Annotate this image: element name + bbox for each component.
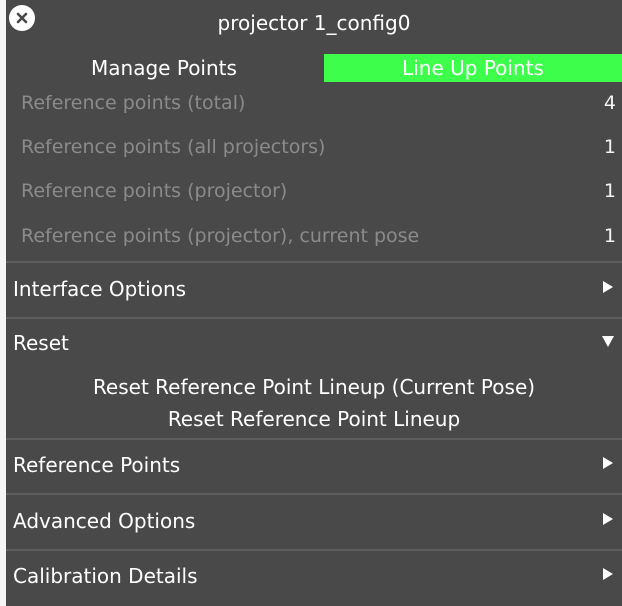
section-reset[interactable]: Reset xyxy=(6,317,622,369)
reset-lineup-current-pose-button[interactable]: Reset Reference Point Lineup (Current Po… xyxy=(6,371,622,403)
section-label: Reset xyxy=(13,331,69,355)
stat-value: 1 xyxy=(603,136,616,158)
triangle-right-icon xyxy=(603,281,613,293)
mode-tabs: Manage Points Line Up Points xyxy=(6,54,622,82)
tab-manage-points[interactable]: Manage Points xyxy=(6,54,322,82)
stat-value: 1 xyxy=(603,180,616,202)
section-reference-points[interactable]: Reference Points xyxy=(6,439,622,491)
section-interface-options[interactable]: Interface Options xyxy=(6,263,622,315)
stat-row-current-pose: Reference points (projector), current po… xyxy=(6,214,622,258)
stat-label: Reference points (projector) xyxy=(21,180,288,202)
triangle-right-icon xyxy=(603,513,613,525)
triangle-right-icon xyxy=(603,568,613,580)
stat-label: Reference points (all projectors) xyxy=(21,136,326,158)
window-title: projector 1_config0 xyxy=(217,11,411,35)
section-advanced-options[interactable]: Advanced Options xyxy=(6,495,622,547)
section-label: Calibration Details xyxy=(13,564,198,588)
section-calibration-details[interactable]: Calibration Details xyxy=(6,550,622,602)
stat-label: Reference points (total) xyxy=(21,92,246,114)
stat-row-projector: Reference points (projector) 1 xyxy=(6,169,622,213)
stat-label: Reference points (projector), current po… xyxy=(21,225,420,247)
triangle-right-icon xyxy=(603,457,613,469)
reset-lineup-button[interactable]: Reset Reference Point Lineup xyxy=(6,403,622,435)
section-label: Interface Options xyxy=(13,277,187,301)
section-label: Advanced Options xyxy=(13,509,196,533)
stat-value: 4 xyxy=(603,92,616,114)
stat-row-all-projectors: Reference points (all projectors) 1 xyxy=(6,125,622,169)
tab-line-up-points[interactable]: Line Up Points xyxy=(324,54,622,82)
stat-row-total: Reference points (total) 4 xyxy=(6,81,622,125)
section-label: Reference Points xyxy=(13,453,181,477)
triangle-down-icon xyxy=(602,336,614,347)
projector-config-panel: projector 1_config0 Manage Points Line U… xyxy=(6,0,622,606)
stat-value: 1 xyxy=(603,225,616,247)
